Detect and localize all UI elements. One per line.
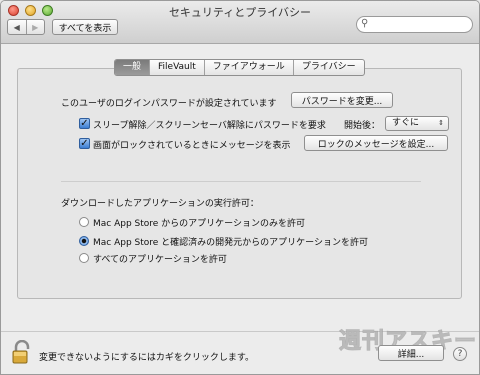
set-lock-message-button[interactable]: ロックのメッセージを設定... (304, 135, 448, 151)
start-after-label: 開始後： (344, 121, 381, 131)
nav-button-group: ◀ ▶ (7, 19, 45, 35)
radio-app-store-identified[interactable] (79, 236, 89, 246)
back-icon[interactable]: ◀ (8, 20, 26, 34)
radio-anywhere-label: すべてのアプリケーションを許可 (93, 255, 227, 265)
radio-app-store-only[interactable] (79, 217, 89, 227)
radio-app-store-only-label: Mac App Store からのアプリケーションのみを許可 (93, 219, 306, 229)
tab-privacy[interactable]: プライバシー (292, 60, 364, 75)
popup-arrows-icon: ⇕ (438, 119, 444, 127)
details-button[interactable]: 詳細... (378, 345, 444, 361)
help-button[interactable]: ? (453, 347, 467, 361)
show-message-label: 画面がロックされているときにメッセージを表示 (93, 141, 291, 151)
start-after-value: すぐに (392, 118, 420, 128)
search-icon: ⚲ (361, 18, 369, 29)
search-field[interactable]: ⚲ (356, 16, 473, 33)
forward-icon[interactable]: ▶ (25, 20, 45, 34)
show-message-checkbox[interactable]: ✓ (79, 138, 90, 149)
tab-general[interactable]: 一般 (115, 60, 150, 75)
login-password-text: このユーザのログインパスワードが設定されています (61, 99, 277, 109)
lock-icon[interactable] (11, 340, 33, 364)
download-heading: ダウンロードしたアプリケーションの実行許可： (61, 199, 259, 209)
radio-anywhere[interactable] (79, 253, 89, 263)
radio-app-store-identified-label: Mac App Store と確認済みの開発元からのアプリケーションを許可 (93, 238, 369, 248)
require-password-checkbox[interactable]: ✓ (79, 118, 90, 129)
change-password-button[interactable]: パスワードを変更... (291, 92, 393, 108)
preferences-window: セキュリティとプライバシー ◀ ▶ すべてを表示 ⚲ 一般 FileVault … (0, 0, 480, 375)
titlebar: セキュリティとプライバシー ◀ ▶ すべてを表示 ⚲ (1, 1, 479, 44)
search-input[interactable] (373, 18, 467, 30)
tab-firewall[interactable]: ファイアウォール (203, 60, 293, 75)
divider (61, 181, 421, 182)
require-password-label: スリープ解除／スクリーンセーバ解除にパスワードを要求 (93, 121, 326, 131)
start-after-popup[interactable]: すぐに ⇕ (385, 116, 449, 131)
lock-instruction-text: 変更できないようにするにはカギをクリックします。 (39, 353, 255, 363)
tab-filevault[interactable]: FileVault (149, 60, 204, 75)
show-all-button[interactable]: すべてを表示 (52, 19, 118, 35)
tab-bar: 一般 FileVault ファイアウォール プライバシー (114, 59, 365, 76)
